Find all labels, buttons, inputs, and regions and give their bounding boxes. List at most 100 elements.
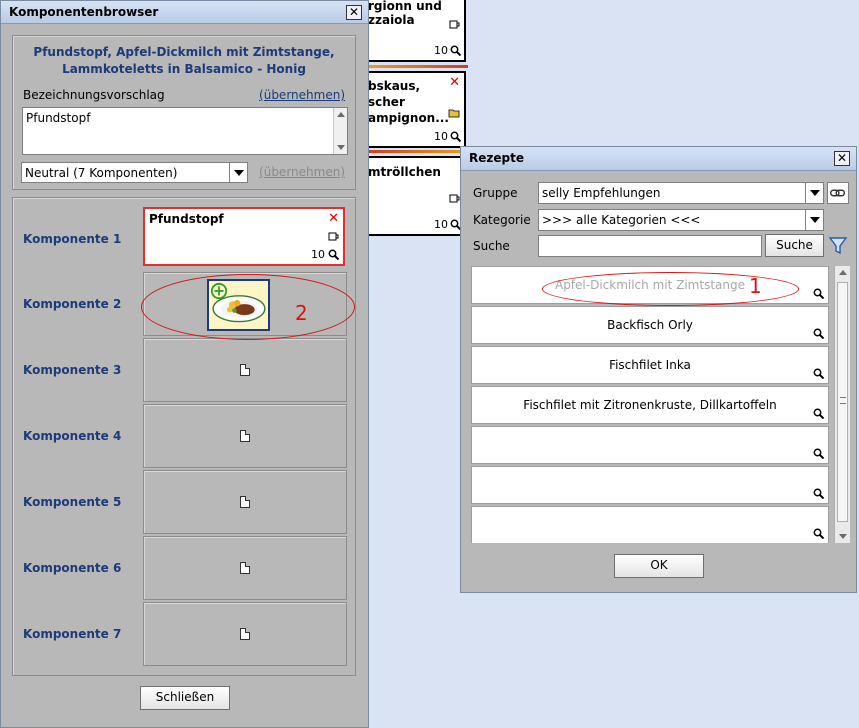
magnifier-icon[interactable] <box>450 131 461 142</box>
window-title: Komponentenbrowser <box>9 5 159 19</box>
scroll-grip-icon <box>840 397 846 404</box>
close-dialog-button[interactable]: Schließen <box>140 686 230 710</box>
scroll-down-arrow[interactable] <box>337 145 345 150</box>
cup-icon <box>449 194 460 203</box>
remove-icon[interactable]: ✕ <box>328 211 339 226</box>
bg-card-title: bskaus, <box>368 79 421 93</box>
bg-recipe-card-1[interactable]: rgionn und zzaiola 10 <box>368 0 466 62</box>
search-button[interactable]: Suche <box>765 234 824 257</box>
recipe-list-item[interactable]: Fischfilet Inka <box>471 346 829 384</box>
bg-recipe-card-2[interactable]: bskaus, scher ampignon... ✕ 10 <box>368 71 466 148</box>
component-label-1: Komponente 1 <box>23 232 122 246</box>
bg-card-count: 10 <box>434 218 448 231</box>
category-combobox-value: Neutral (7 Komponenten) <box>25 166 178 180</box>
magnifier-icon[interactable] <box>813 448 824 459</box>
kategorie-combobox-value: >>> alle Kategorien <<< <box>542 213 701 227</box>
gruppe-combobox[interactable]: selly Empfehlungen <box>538 182 824 204</box>
category-combobox[interactable]: Neutral (7 Komponenten) <box>21 162 248 183</box>
recipe-list-item[interactable] <box>471 506 829 543</box>
chevron-down-icon[interactable] <box>229 163 247 182</box>
kategorie-combobox[interactable]: >>> alle Kategorien <<< <box>538 209 824 231</box>
recipe-list-item[interactable] <box>471 466 829 504</box>
suggestion-text: Pfundstopf <box>26 111 91 125</box>
annotation-number-2: 2 <box>295 301 308 325</box>
component-card-pfundstopf[interactable]: Pfundstopf ✕ 10 <box>143 207 345 266</box>
search-input[interactable] <box>538 235 762 257</box>
recipe-list-item[interactable]: Backfisch Orly <box>471 306 829 344</box>
bg-card-title-2: zzaiola <box>368 13 415 27</box>
recipe-name: Fischfilet mit Zitronenkruste, Dillkarto… <box>523 398 777 412</box>
suche-label: Suche <box>473 239 510 253</box>
bg-card-strip <box>368 150 468 153</box>
component-label-7: Komponente 7 <box>23 627 122 641</box>
cup-icon <box>449 20 460 29</box>
recipe-name: Backfisch Orly <box>607 318 693 332</box>
recipe-list-item[interactable] <box>471 426 829 464</box>
component-label-3: Komponente 3 <box>23 363 122 377</box>
component-label-5: Komponente 5 <box>23 495 122 509</box>
empty-document-icon <box>240 430 250 442</box>
component-slot-6[interactable] <box>143 536 347 600</box>
empty-document-icon <box>240 364 250 376</box>
component-label-6: Komponente 6 <box>23 561 122 575</box>
bg-recipe-card-3[interactable]: mtröllchen 10 <box>368 156 466 236</box>
bg-card-strip <box>368 65 468 68</box>
recipe-name: Fischfilet Inka <box>609 358 691 372</box>
rezepte-titlebar[interactable]: Rezepte ✕ <box>461 147 856 171</box>
close-button[interactable]: ✕ <box>834 151 850 166</box>
gruppe-combobox-value: selly Empfehlungen <box>542 186 661 200</box>
window-title: Rezepte <box>469 151 524 165</box>
empty-document-icon <box>240 562 250 574</box>
component-slot-5[interactable] <box>143 470 347 534</box>
textarea-scrollbar[interactable] <box>333 108 347 154</box>
bg-card-title: mtröllchen <box>368 165 441 179</box>
magnifier-icon[interactable] <box>450 45 461 56</box>
selection-heading-line-1: Pfundstopf, Apfel-Dickmilch mit Zimtstan… <box>33 45 335 59</box>
chevron-down-icon[interactable] <box>805 210 823 230</box>
component-slot-4[interactable] <box>143 404 347 468</box>
magnifier-icon[interactable] <box>813 528 824 539</box>
scroll-down-arrow[interactable] <box>839 534 847 539</box>
chevron-down-icon[interactable] <box>805 183 823 203</box>
component-slot-1[interactable]: Pfundstopf ✕ 10 <box>143 204 347 270</box>
components-panel: Pfundstopf ✕ 10 Komponente 1 Komponente … <box>12 197 356 676</box>
magnifier-icon[interactable] <box>328 249 339 260</box>
magnifier-icon[interactable] <box>813 328 824 339</box>
recipe-list-item[interactable]: Fischfilet mit Zitronenkruste, Dillkarto… <box>471 386 829 424</box>
component-label-4: Komponente 4 <box>23 429 122 443</box>
cup-icon <box>328 232 339 241</box>
kategorie-label: Kategorie <box>473 213 531 227</box>
component-label-2: Komponente 2 <box>23 297 122 311</box>
ok-button[interactable]: OK <box>614 554 704 578</box>
magnifier-icon[interactable] <box>813 408 824 419</box>
bg-card-title-2: scher <box>368 95 405 109</box>
annotation-number-1: 1 <box>749 274 762 298</box>
bg-card-count: 10 <box>434 44 448 57</box>
selection-heading-line-2: Lammkoteletts in Balsamico - Honig <box>62 62 306 76</box>
close-button[interactable]: ✕ <box>346 5 362 20</box>
link-group-button[interactable] <box>827 182 849 204</box>
apply-suggestion-link[interactable]: (übernehmen) <box>259 88 345 102</box>
remove-icon[interactable]: ✕ <box>449 76 460 89</box>
empty-document-icon <box>240 496 250 508</box>
name-suggestion-panel: Pfundstopf, Apfel-Dickmilch mit Zimtstan… <box>12 35 356 190</box>
filter-button[interactable] <box>827 234 849 257</box>
magnifier-icon[interactable] <box>813 488 824 499</box>
scroll-thumb[interactable] <box>837 282 848 522</box>
scroll-up-arrow[interactable] <box>337 112 345 117</box>
recipe-list-scrollbar[interactable] <box>834 266 850 543</box>
komponentenbrowser-titlebar[interactable]: Komponentenbrowser ✕ <box>1 1 368 24</box>
magnifier-icon[interactable] <box>813 288 824 299</box>
component-slot-3[interactable] <box>143 338 347 402</box>
folder-icon <box>448 109 460 118</box>
component-card-title: Pfundstopf <box>149 212 224 226</box>
filter-icon <box>828 237 848 255</box>
chain-link-icon <box>830 189 846 197</box>
scroll-up-arrow[interactable] <box>839 270 847 275</box>
magnifier-icon[interactable] <box>813 368 824 379</box>
suggestion-textarea[interactable]: Pfundstopf <box>22 107 348 155</box>
annotation-ellipse-2 <box>141 274 355 340</box>
component-slot-7[interactable] <box>143 602 347 666</box>
suggestion-label: Bezeichnungsvorschlag <box>23 88 165 102</box>
gruppe-label: Gruppe <box>473 186 518 200</box>
